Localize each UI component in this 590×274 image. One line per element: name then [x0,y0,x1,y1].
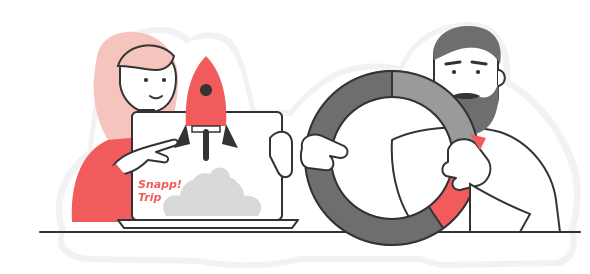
brand-line-2: Trip [138,191,161,204]
sticker-illustration: Snapp! Trip [39,22,581,269]
brand-line-1: Snapp! [138,178,182,191]
